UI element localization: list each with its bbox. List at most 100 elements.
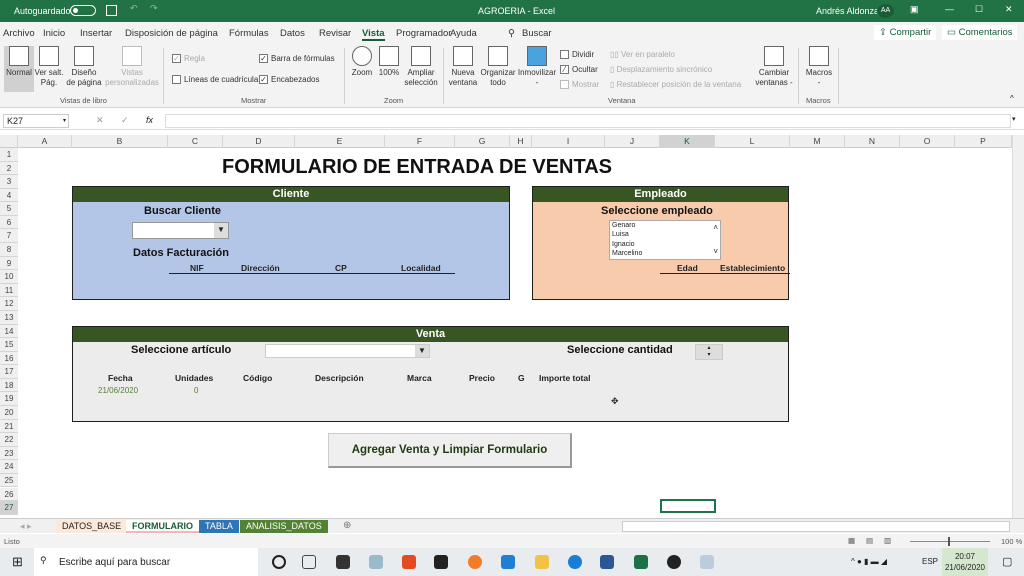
column-header-f[interactable]: F xyxy=(385,135,455,148)
column-header-i[interactable]: I xyxy=(532,135,605,148)
scroll-up-icon[interactable]: ˄ xyxy=(713,223,718,232)
zoom-button[interactable]: Zoom xyxy=(350,46,374,78)
page-break-view-button[interactable]: Ver salt. Pág. xyxy=(34,46,64,88)
app-icon[interactable] xyxy=(667,555,681,569)
maximize-icon[interactable]: ☐ xyxy=(975,4,983,15)
cantidad-spinner[interactable]: ▴ ▾ xyxy=(695,344,723,360)
column-header-n[interactable]: N xyxy=(845,135,900,148)
sheet-tab-formulario[interactable]: FORMULARIO xyxy=(126,520,199,533)
redo-icon[interactable]: ↷ xyxy=(150,3,158,14)
vertical-scrollbar[interactable] xyxy=(1012,135,1024,518)
formula-bar-checkbox[interactable]: ✓ Barra de fórmulas xyxy=(259,54,335,64)
list-item[interactable]: Genaro xyxy=(612,221,720,230)
column-header-o[interactable]: O xyxy=(900,135,955,148)
row-header[interactable]: 26 xyxy=(0,487,18,502)
select-all-corner[interactable] xyxy=(0,135,18,148)
word-icon[interactable] xyxy=(600,555,614,569)
dropbox-icon[interactable] xyxy=(336,555,350,569)
column-header-e[interactable]: E xyxy=(295,135,385,148)
zoom-selection-button[interactable]: Ampliar selección xyxy=(402,46,440,88)
row-header[interactable]: 3 xyxy=(0,175,18,189)
column-header-m[interactable]: M xyxy=(790,135,845,148)
row-header[interactable]: 13 xyxy=(0,310,18,325)
row-header[interactable]: 1 xyxy=(0,148,18,162)
scroll-down-icon[interactable]: ˅ xyxy=(713,247,718,256)
switch-windows-button[interactable]: Cambiar ventanas - xyxy=(754,46,794,88)
row-header[interactable]: 24 xyxy=(0,460,18,474)
add-sheet-icon[interactable]: ⊕ xyxy=(343,520,351,531)
tab-inicio[interactable]: Inicio xyxy=(43,28,65,39)
row-header[interactable]: 22 xyxy=(0,433,18,447)
zoom-100-button[interactable]: 100% xyxy=(377,46,401,78)
column-header-g[interactable]: G xyxy=(455,135,510,148)
save-icon[interactable] xyxy=(106,5,117,16)
chevron-down-icon[interactable]: ▼ xyxy=(415,345,429,357)
row-header[interactable]: 9 xyxy=(0,256,18,271)
excel-icon[interactable] xyxy=(634,555,648,569)
language-indicator[interactable]: ESP xyxy=(922,557,938,566)
formula-input[interactable] xyxy=(165,114,1011,128)
chevron-down-icon[interactable]: ▼ xyxy=(214,223,228,238)
notifications-icon[interactable]: ▢ xyxy=(1002,555,1012,568)
column-header-c[interactable]: C xyxy=(168,135,223,148)
selected-cell-k27[interactable] xyxy=(660,499,716,513)
tab-datos[interactable]: Datos xyxy=(280,28,305,39)
edge-icon[interactable] xyxy=(568,555,582,569)
articulo-dropdown[interactable]: ▼ xyxy=(265,344,430,358)
horizontal-scrollbar[interactable] xyxy=(622,521,1010,532)
column-header-j[interactable]: J xyxy=(605,135,660,148)
sheet-tab-tabla[interactable]: TABLA xyxy=(199,520,239,533)
windows-start-icon[interactable]: ⊞ xyxy=(12,554,23,570)
list-item[interactable]: Ignacio xyxy=(612,240,720,249)
column-header-l[interactable]: L xyxy=(715,135,790,148)
list-item[interactable]: Marcelino xyxy=(612,249,720,258)
page-layout-button[interactable]: Diseño de página xyxy=(64,46,104,88)
ribbon-display-icon[interactable]: ▣ xyxy=(910,4,919,15)
row-header[interactable]: 5 xyxy=(0,202,18,216)
tab-scroll-icon[interactable]: ◂ ▸ xyxy=(20,521,32,532)
side-by-side-button[interactable]: ▯▯ Ver en paralelo xyxy=(610,50,675,59)
office-icon[interactable] xyxy=(402,555,416,569)
row-header[interactable]: 23 xyxy=(0,446,18,461)
row-header[interactable]: 12 xyxy=(0,297,18,311)
zoom-slider[interactable] xyxy=(910,537,990,546)
headings-checkbox[interactable]: ✓ Encabezados xyxy=(259,75,319,85)
tab-revisar[interactable]: Revisar xyxy=(319,28,351,39)
close-icon[interactable]: ✕ xyxy=(1005,4,1013,15)
search-box[interactable]: Buscar xyxy=(522,28,552,39)
arrange-all-button[interactable]: Organizar todo xyxy=(479,46,517,88)
minimize-icon[interactable]: — xyxy=(945,4,954,14)
page-break-icon[interactable]: ▥ xyxy=(884,536,891,545)
row-header[interactable]: 25 xyxy=(0,473,18,488)
row-header[interactable]: 6 xyxy=(0,215,18,230)
tab-formulas[interactable]: Fórmulas xyxy=(229,28,269,39)
ruler-checkbox[interactable]: ✓ Regla xyxy=(172,54,205,64)
comments-button[interactable]: ▭ Comentarios xyxy=(942,25,1018,40)
unhide-button[interactable]: Mostrar xyxy=(560,80,599,90)
row-header[interactable]: 4 xyxy=(0,188,18,203)
tab-vista[interactable]: Vista xyxy=(362,28,385,41)
normal-view-icon[interactable]: ▦ xyxy=(848,536,855,545)
row-header[interactable]: 27 xyxy=(0,501,18,515)
task-view-icon[interactable] xyxy=(302,555,316,569)
split-button[interactable]: Dividir xyxy=(560,50,594,60)
gridlines-checkbox[interactable]: Líneas de cuadrícula xyxy=(172,75,258,85)
normal-view-button[interactable]: Normal xyxy=(4,46,34,92)
column-header-p[interactable]: P xyxy=(955,135,1012,148)
cliente-dropdown[interactable]: ▼ xyxy=(132,222,229,239)
row-header[interactable]: 19 xyxy=(0,392,18,407)
tab-archivo[interactable]: Archivo xyxy=(3,28,35,39)
sheet-tab-datos-base[interactable]: DATOS_BASE xyxy=(56,520,128,533)
search-icon[interactable]: ⚲ xyxy=(508,28,515,39)
app-icon[interactable] xyxy=(700,555,714,569)
row-header[interactable]: 16 xyxy=(0,351,18,366)
row-header[interactable]: 18 xyxy=(0,378,18,393)
insert-function-icon[interactable]: fx xyxy=(146,115,153,125)
row-header[interactable]: 7 xyxy=(0,229,18,244)
row-header[interactable]: 21 xyxy=(0,419,18,434)
undo-icon[interactable]: ↶ xyxy=(130,3,138,14)
agregar-venta-button[interactable]: Agregar Venta y Limpiar Formulario xyxy=(328,433,572,468)
collapse-ribbon-icon[interactable]: ^ xyxy=(1010,94,1014,103)
cancel-icon[interactable]: ✕ xyxy=(96,115,104,126)
row-header[interactable]: 2 xyxy=(0,161,18,176)
